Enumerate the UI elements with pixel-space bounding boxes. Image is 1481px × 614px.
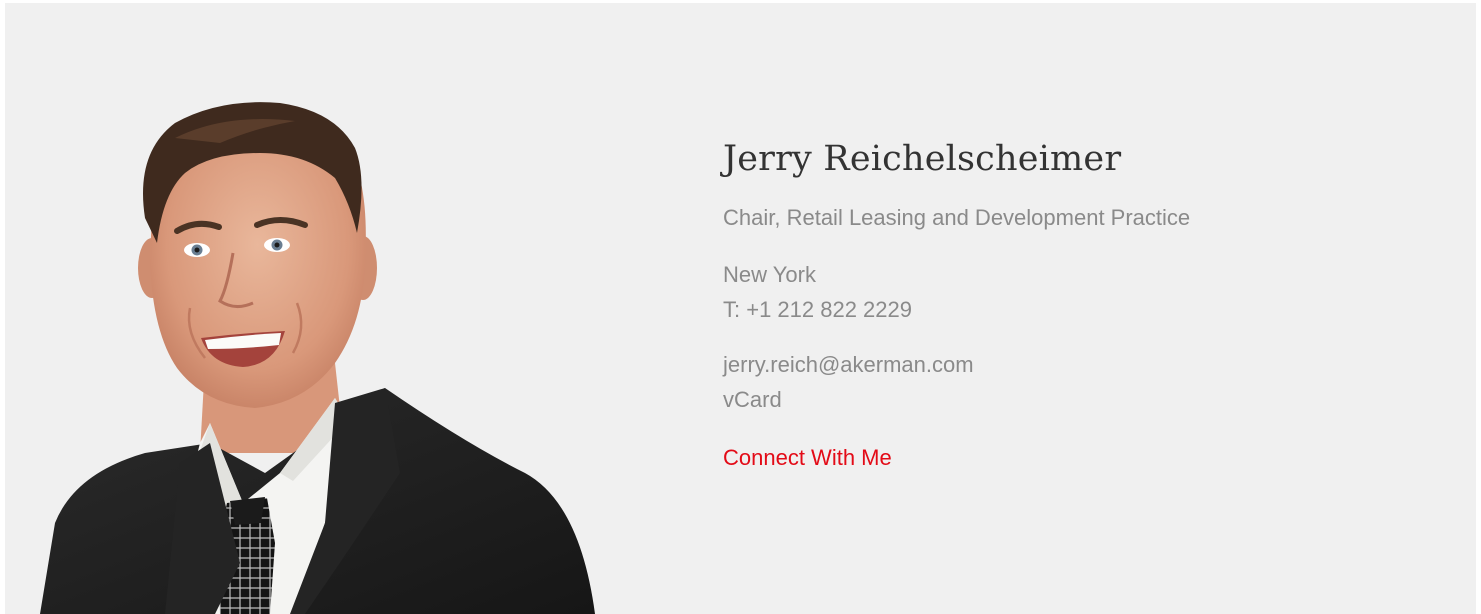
attorney-title: Chair, Retail Leasing and Development Pr… bbox=[723, 205, 1191, 230]
office-location: New York bbox=[723, 262, 816, 287]
attorney-name: Jerry Reichelscheimer bbox=[723, 139, 1122, 179]
connect-with-me-link[interactable]: Connect With Me bbox=[723, 443, 892, 473]
profile-hero: Jerry Reichelscheimer Chair, Retail Leas… bbox=[5, 3, 1476, 614]
email-link[interactable]: jerry.reich@akerman.com bbox=[723, 352, 974, 377]
profile-info: Jerry Reichelscheimer Chair, Retail Leas… bbox=[723, 137, 1423, 473]
phone-link[interactable]: T: +1 212 822 2229 bbox=[723, 297, 912, 322]
office-block: New York T: +1 212 822 2229 bbox=[723, 257, 1423, 327]
vcard-link[interactable]: vCard bbox=[723, 387, 782, 412]
portrait-photo bbox=[40, 102, 595, 614]
attorney-portrait bbox=[5, 3, 620, 614]
contact-block: jerry.reich@akerman.com vCard bbox=[723, 347, 1423, 417]
